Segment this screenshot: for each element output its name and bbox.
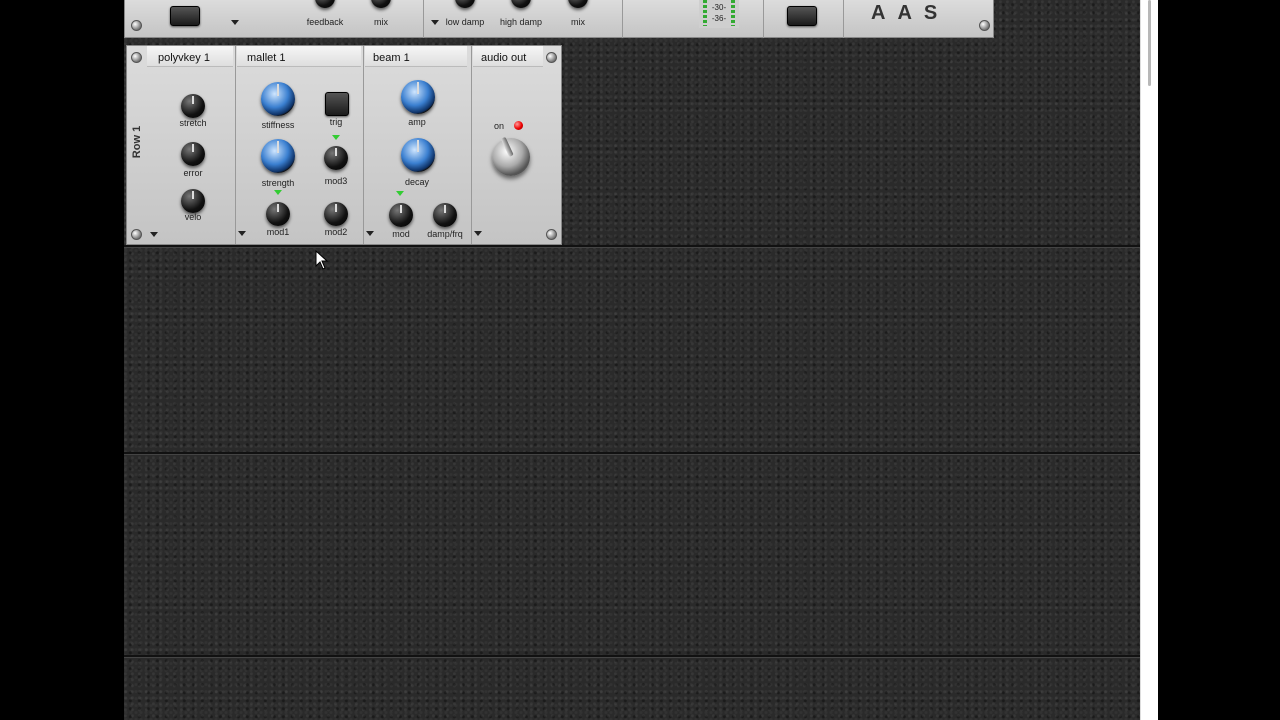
polyvkey-title[interactable]: polyvkey 1 <box>158 52 210 64</box>
dropdown-arrow-icon[interactable] <box>231 20 239 25</box>
stop-button[interactable] <box>787 6 817 26</box>
screw-icon <box>979 20 990 31</box>
screw-icon <box>546 52 557 63</box>
decay-label: decay <box>404 177 430 187</box>
mod3-label: mod3 <box>324 176 348 186</box>
error-label: error <box>183 168 203 178</box>
mod-indicator-icon <box>332 135 340 140</box>
dropdown-arrow-icon[interactable] <box>474 231 482 236</box>
dropdown-arrow-icon[interactable] <box>150 232 158 237</box>
dropdown-arrow-icon[interactable] <box>431 20 439 25</box>
high-damp-knob[interactable] <box>511 0 531 8</box>
right-margin <box>1158 0 1280 720</box>
mix-label: mix <box>571 17 585 27</box>
mod-label: mod <box>392 229 410 239</box>
error-knob[interactable] <box>181 142 205 166</box>
row-separator <box>124 655 1140 658</box>
low-damp-label: low damp <box>445 17 485 27</box>
on-label: on <box>493 121 504 131</box>
row-separator <box>124 245 1140 248</box>
trig-label: trig <box>329 117 343 127</box>
screw-icon <box>546 229 557 240</box>
mallet-title[interactable]: mallet 1 <box>247 52 286 64</box>
stop-button[interactable] <box>170 6 200 26</box>
top-effects-strip: feedback mix low damp high damp mix -30-… <box>124 0 994 38</box>
meter-label-36: -36- <box>711 14 727 23</box>
dropdown-arrow-icon[interactable] <box>366 231 374 236</box>
stretch-knob[interactable] <box>181 94 205 118</box>
logo-letter: A <box>897 2 924 24</box>
meter-label-30: -30- <box>711 3 727 12</box>
strength-label: strength <box>261 178 295 188</box>
mod1-knob[interactable] <box>266 202 290 226</box>
mod2-label: mod2 <box>324 227 348 237</box>
row-label: Row 1 <box>131 125 144 159</box>
velo-knob[interactable] <box>181 189 205 213</box>
feedback-knob[interactable] <box>315 0 335 8</box>
divider <box>423 0 424 38</box>
stiffness-label: stiffness <box>261 120 295 130</box>
divider <box>363 46 364 244</box>
power-led-icon <box>514 121 523 130</box>
logo-letter: A <box>871 2 898 24</box>
mix-knob[interactable] <box>568 0 588 8</box>
mod-knob[interactable] <box>389 203 413 227</box>
feedback-label: feedback <box>306 17 344 27</box>
level-meter: -30- -36- <box>699 0 739 28</box>
stiffness-knob[interactable] <box>261 82 295 116</box>
meter-bar-right <box>731 0 735 26</box>
mouse-cursor-icon <box>315 250 329 270</box>
mix-label: mix <box>374 17 388 27</box>
high-damp-label: high damp <box>499 17 543 27</box>
mod-indicator-icon <box>274 190 282 195</box>
divider <box>235 46 236 244</box>
module-row-panel: Row 1 polyvkey 1 stretch error velo mall… <box>126 45 562 245</box>
mod2-knob[interactable] <box>324 202 348 226</box>
mod1-label: mod1 <box>266 227 290 237</box>
mod3-knob[interactable] <box>324 146 348 170</box>
stretch-label: stretch <box>179 118 207 128</box>
dropdown-arrow-icon[interactable] <box>238 231 246 236</box>
row-separator <box>124 452 1140 455</box>
screw-icon <box>131 229 142 240</box>
damp-frq-label: damp/frq <box>427 229 463 239</box>
beam-title[interactable]: beam 1 <box>373 52 410 64</box>
velo-label: velo <box>184 212 202 222</box>
low-damp-knob[interactable] <box>455 0 475 8</box>
audio-out-title[interactable]: audio out <box>481 52 526 64</box>
damp-frq-knob[interactable] <box>433 203 457 227</box>
screw-icon <box>131 52 142 63</box>
amp-knob[interactable] <box>401 80 435 114</box>
mix-knob[interactable] <box>371 0 391 8</box>
logo-letter: S <box>923 2 950 24</box>
vertical-scrollbar[interactable] <box>1140 0 1159 720</box>
screw-icon <box>131 20 142 31</box>
amp-label: amp <box>408 117 426 127</box>
aas-logo: AAS <box>871 2 949 25</box>
mod-indicator-icon <box>396 191 404 196</box>
divider <box>843 0 844 38</box>
trig-button[interactable] <box>325 92 349 116</box>
divider <box>763 0 764 38</box>
decay-knob[interactable] <box>401 138 435 172</box>
divider <box>471 46 472 244</box>
output-toggle-switch[interactable] <box>492 138 530 176</box>
divider <box>622 0 623 38</box>
scrollbar-thumb[interactable] <box>1148 0 1151 86</box>
strength-knob[interactable] <box>261 139 295 173</box>
